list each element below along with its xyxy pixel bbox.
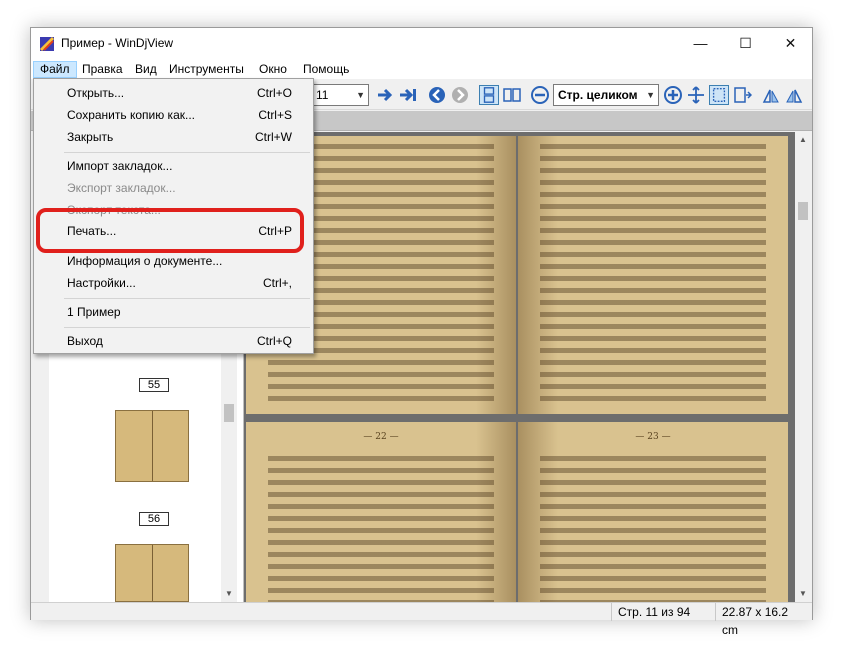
page-text [540,144,766,408]
chevron-down-icon: ▼ [356,90,365,100]
scrollbar-thumb[interactable] [798,202,808,220]
menu-document-info[interactable]: Информация о документе... [36,250,311,272]
status-size: 22.87 x 16.2 cm [715,603,813,637]
forward-icon[interactable] [450,85,470,105]
scrollbar-thumb[interactable] [224,404,234,422]
menu-export-bookmarks: Экспорт закладок... [67,181,176,195]
page-number: — 23 — [518,432,788,442]
scroll-down-icon[interactable]: ▼ [221,586,237,602]
menu-edit[interactable]: Правка [76,61,129,78]
thumbnail-page[interactable] [115,544,189,602]
next-page-icon[interactable] [375,85,395,105]
facing-pages-icon[interactable] [502,85,522,105]
page-right-top [518,136,788,414]
status-page: Стр. 11 из 94 [611,603,715,621]
zoom-select[interactable]: Стр. целиком ▼ [553,84,659,106]
close-icon: ✕ [784,35,797,51]
menu-file[interactable]: Файл [33,61,77,78]
page-shadow [518,136,558,414]
rotate-right-icon[interactable] [784,85,804,105]
page-number-field[interactable]: 11 ▼ [311,84,369,106]
menu-close[interactable]: Закрыть Ctrl+W [36,126,311,148]
menu-bar: Файл Правка Вид Инструменты Окно Помощь [31,59,812,79]
maximize-icon: ☐ [739,35,752,51]
menu-settings[interactable]: Настройки... Ctrl+, [36,272,311,294]
menu-recent-file[interactable]: 1 Пример [36,301,311,323]
close-button[interactable]: ✕ [768,28,813,59]
minimize-button[interactable]: — [678,28,723,59]
menu-exit[interactable]: Выход Ctrl+Q [36,330,311,352]
thumbnail-page[interactable] [115,410,189,482]
zoom-value: Стр. целиком [558,88,638,102]
scroll-up-icon[interactable]: ▲ [795,132,811,148]
maximize-button[interactable]: ☐ [723,28,768,59]
pan-icon[interactable] [686,85,706,105]
back-icon[interactable] [427,85,447,105]
rotate-left-icon[interactable] [761,85,781,105]
status-bar: Стр. 11 из 94 22.87 x 16.2 cm [31,602,813,637]
page-shadow [518,422,558,602]
menu-window[interactable]: Окно [253,61,293,78]
menu-separator [64,298,310,299]
menu-open[interactable]: Открыть... Ctrl+O [36,82,311,104]
scroll-down-icon[interactable]: ▼ [795,586,811,602]
document-scrollbar[interactable]: ▲ ▼ [795,132,811,602]
chevron-down-icon: ▼ [646,90,655,100]
continuous-layout-icon[interactable] [479,85,499,105]
menu-view[interactable]: Вид [129,61,163,78]
menu-separator [64,152,310,153]
thumbnail-label: 56 [139,512,169,526]
page-number-value: 11 [316,88,329,102]
menu-help[interactable]: Помощь [297,61,355,78]
zoom-out-icon[interactable] [530,85,550,105]
page-text [540,456,766,602]
minimize-icon: — [693,35,708,51]
select-icon[interactable] [709,85,729,105]
page-left-bottom: — 22 — [246,422,516,602]
document-view[interactable]: — 22 — — 23 — [244,132,795,602]
windjview-app-icon [39,36,55,52]
last-page-icon[interactable] [398,85,418,105]
menu-tools[interactable]: Инструменты [163,61,250,78]
title-bar: Пример - WinDjView — ☐ ✕ [31,28,812,59]
menu-separator [64,327,310,328]
menu-import-bookmarks[interactable]: Импорт закладок... [36,155,311,177]
page-shadow [476,422,516,602]
thumbnail-label: 55 [139,378,169,392]
page-shadow [476,136,516,414]
fit-page-icon[interactable] [732,85,752,105]
page-right-bottom: — 23 — [518,422,788,602]
menu-save-copy[interactable]: Сохранить копию как... Ctrl+S [36,104,311,126]
print-highlight-annotation [36,208,304,253]
window-title: Пример - WinDjView [61,36,174,50]
zoom-in-icon[interactable] [663,85,683,105]
page-text [268,456,494,602]
